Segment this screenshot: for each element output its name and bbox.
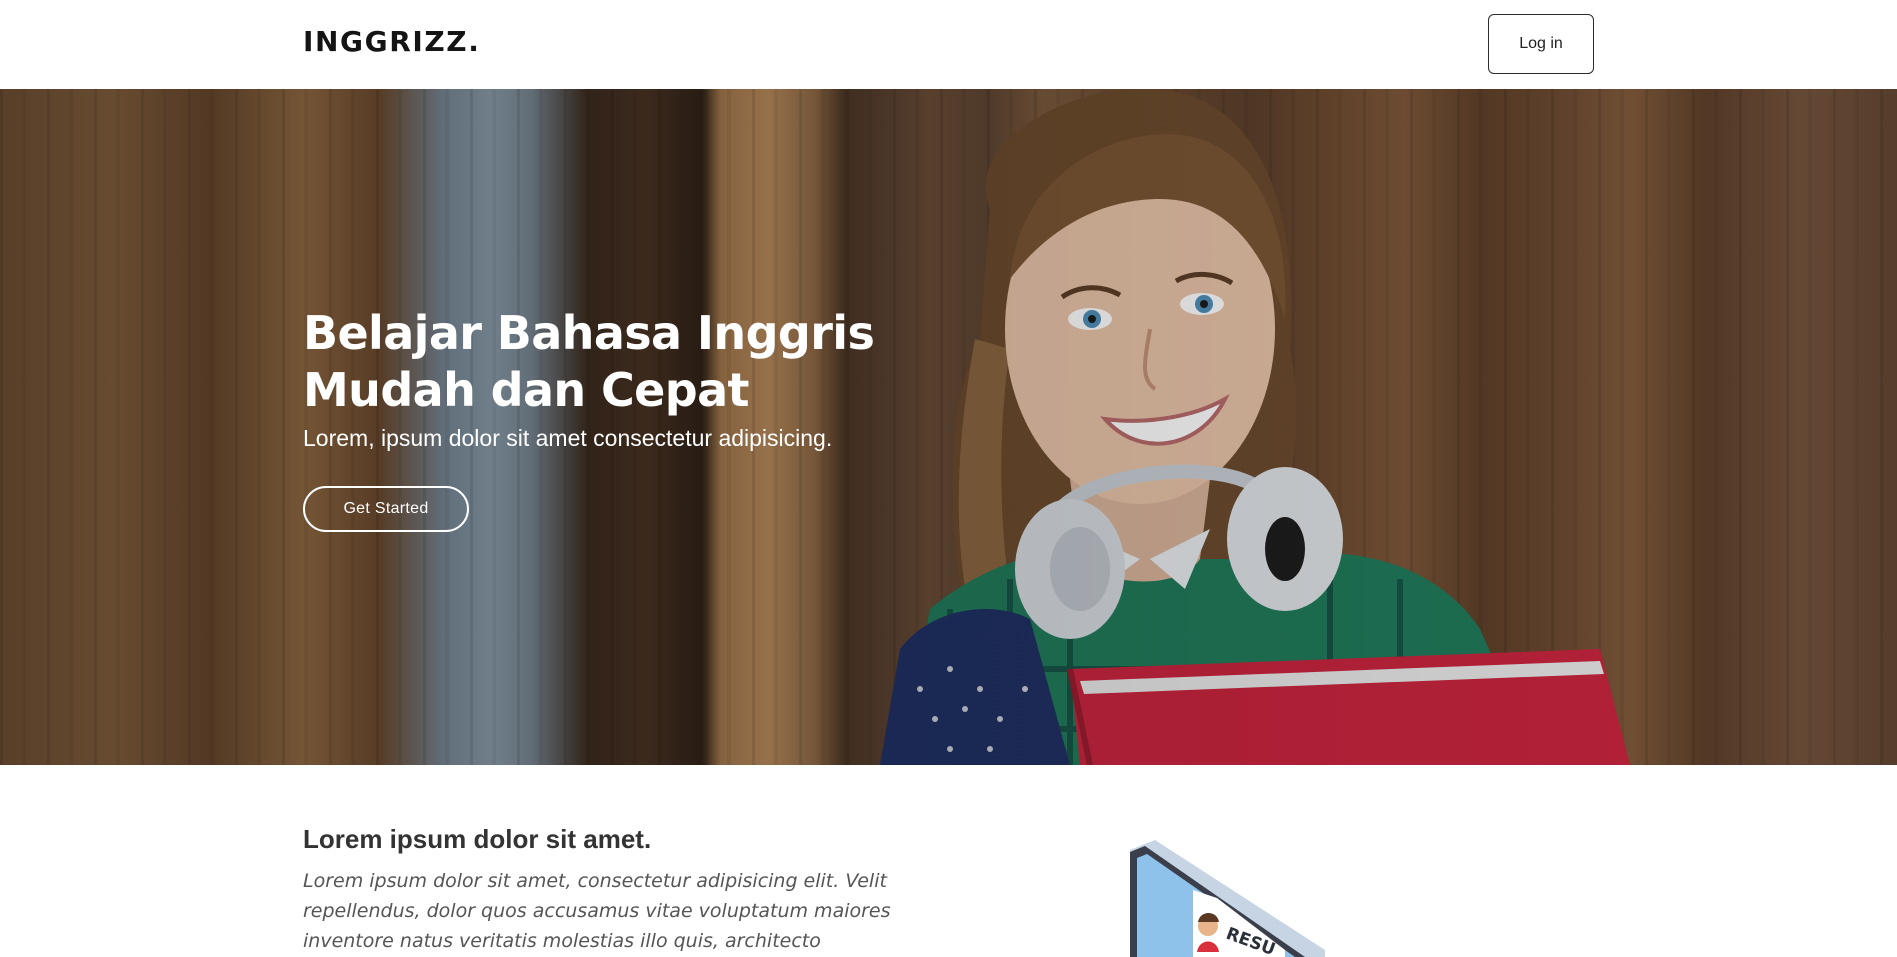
login-button[interactable]: Log in — [1488, 14, 1594, 74]
hero-section: Belajar Bahasa Inggris Mudah dan Cepat L… — [0, 89, 1897, 765]
hero-overlay — [0, 89, 1897, 765]
section-text: Lorem ipsum dolor sit amet, consectetur … — [303, 870, 891, 952]
hero-title-line-2: Mudah dan Cepat — [303, 363, 750, 417]
navbar: INGGRIZZ. Log in — [0, 0, 1897, 89]
section-title: Lorem ipsum dolor sit amet. — [303, 824, 652, 854]
brand-logo[interactable]: INGGRIZZ. — [303, 25, 480, 58]
hero-title-line-1: Belajar Bahasa Inggris — [303, 306, 875, 360]
resume-monitor-illustration: RESU — [1130, 840, 1325, 957]
hero-subtitle: Lorem, ipsum dolor sit amet consectetur … — [303, 425, 833, 451]
hero-title: Belajar Bahasa Inggris Mudah dan Cepat — [303, 305, 943, 419]
get-started-button[interactable]: Get Started — [303, 486, 469, 532]
